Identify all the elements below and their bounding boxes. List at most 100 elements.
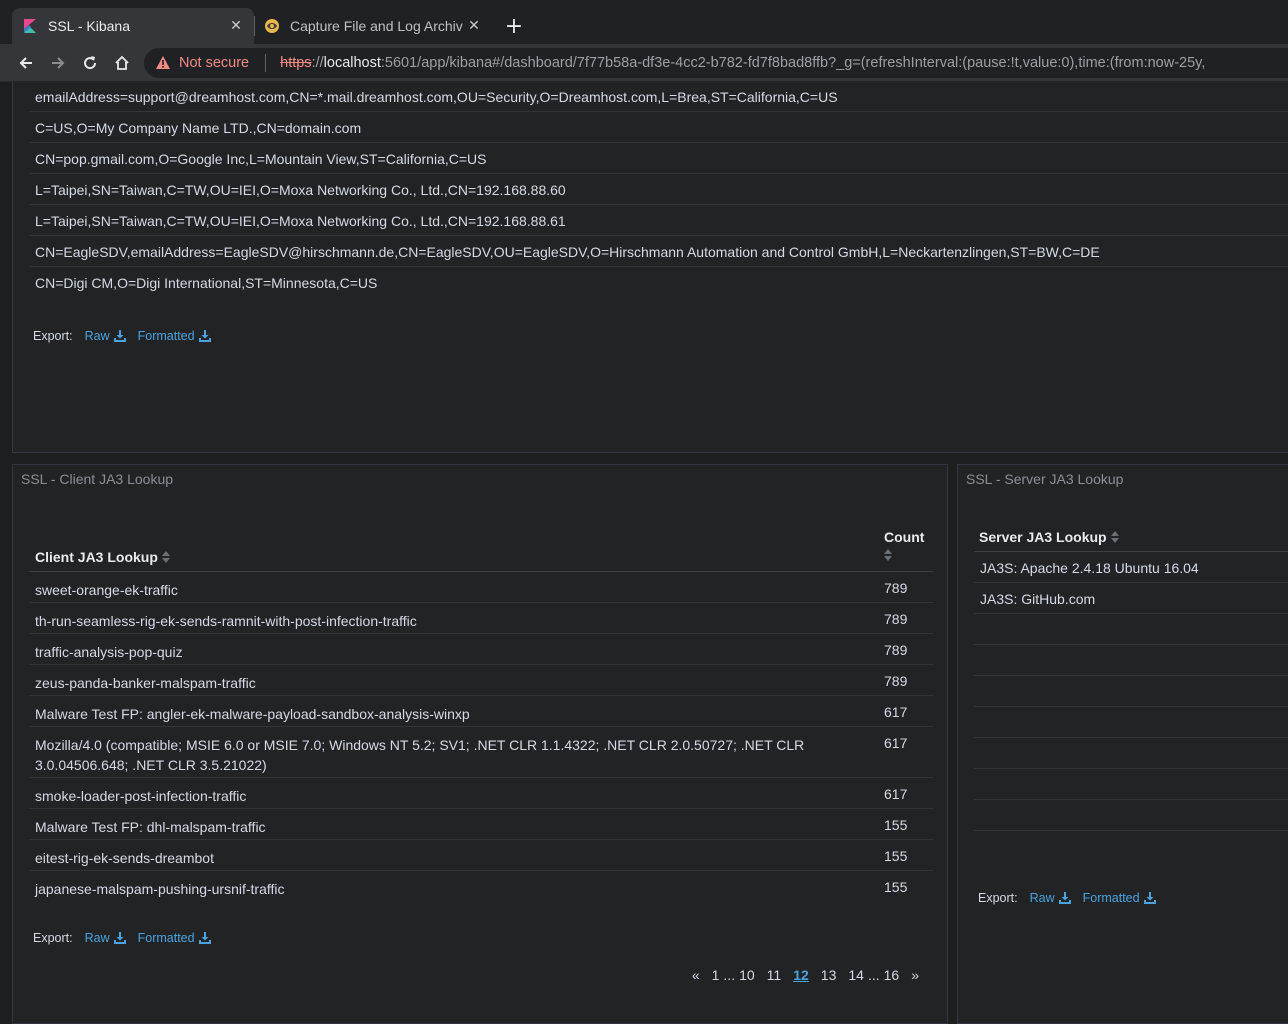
row-count: 617 bbox=[884, 735, 908, 751]
export-bar: Export: Raw Formatted bbox=[33, 931, 211, 945]
export-raw-label: Raw bbox=[84, 329, 110, 343]
url-scheme: https bbox=[280, 55, 312, 71]
empty-row bbox=[974, 769, 1288, 800]
table-row: traffic-analysis-pop-quiz 789 bbox=[29, 634, 933, 665]
pagination-page[interactable]: 1 bbox=[712, 967, 720, 983]
globe-favicon-icon bbox=[265, 19, 279, 33]
new-tab-button[interactable]: + bbox=[500, 12, 528, 40]
row-name: traffic-analysis-pop-quiz bbox=[35, 644, 183, 660]
row-count: 789 bbox=[884, 642, 908, 658]
url-host: localhost bbox=[323, 55, 381, 71]
export-formatted-link[interactable]: Formatted bbox=[138, 329, 211, 343]
close-tab-icon[interactable]: ✕ bbox=[466, 18, 482, 34]
row-name: JA3S: Apache 2.4.18 Ubuntu 16.04 bbox=[980, 560, 1199, 576]
export-raw-link[interactable]: Raw bbox=[85, 329, 126, 343]
export-formatted-link[interactable]: Formatted bbox=[1083, 891, 1156, 905]
kibana-icon bbox=[24, 19, 36, 33]
export-formatted-label: Formatted bbox=[137, 931, 195, 945]
tab-capture-file[interactable]: Capture File and Log Archiv ✕ bbox=[254, 8, 492, 44]
column-header-label: Count bbox=[884, 529, 925, 545]
row-name: sweet-orange-ek-traffic bbox=[35, 582, 178, 598]
row-count: 789 bbox=[884, 580, 908, 596]
column-header-label: Client JA3 Lookup bbox=[35, 549, 158, 565]
row-name: th-run-seamless-rig-ek-sends-ramnit-with… bbox=[35, 613, 417, 629]
pagination-ellipsis: ... bbox=[723, 967, 736, 983]
download-icon bbox=[198, 330, 211, 342]
export-raw-label: Raw bbox=[84, 931, 110, 945]
row-count: 155 bbox=[884, 848, 908, 864]
row-name: Malware Test FP: angler-ek-malware-paylo… bbox=[35, 706, 470, 722]
column-header-client-ja3[interactable]: Client JA3 Lookup bbox=[35, 549, 170, 565]
table-row: th-run-seamless-rig-ek-sends-ramnit-with… bbox=[29, 603, 933, 634]
column-header-label: Server JA3 Lookup bbox=[979, 529, 1107, 545]
pagination-page[interactable]: 13 bbox=[821, 967, 837, 983]
row-count: 617 bbox=[884, 704, 908, 720]
empty-row bbox=[974, 707, 1288, 738]
table-row: Mozilla/4.0 (compatible; MSIE 6.0 or MSI… bbox=[29, 727, 933, 778]
row-name: smoke-loader-post-infection-traffic bbox=[35, 788, 247, 804]
table-row: L=Taipei,SN=Taiwan,C=TW,OU=IEI,O=Moxa Ne… bbox=[29, 205, 1288, 236]
forward-button[interactable] bbox=[44, 49, 72, 77]
export-bar: Export: Raw Formatted bbox=[33, 329, 211, 343]
empty-row bbox=[974, 614, 1288, 645]
export-label: Export: bbox=[978, 891, 1018, 905]
table-row: JA3S: Apache 2.4.18 Ubuntu 16.04 bbox=[974, 552, 1288, 583]
download-icon bbox=[113, 932, 126, 944]
tab-kibana[interactable]: SSL - Kibana ✕ bbox=[12, 8, 254, 44]
table-row: L=Taipei,SN=Taiwan,C=TW,OU=IEI,O=Moxa Ne… bbox=[29, 174, 1288, 205]
reload-icon bbox=[84, 56, 97, 70]
export-raw-label: Raw bbox=[1029, 891, 1055, 905]
not-secure-label[interactable]: Not secure bbox=[179, 55, 249, 71]
certificate-subject-panel: emailAddress=support@dreamhost.com,CN=*.… bbox=[12, 81, 1288, 453]
reload-button[interactable] bbox=[76, 49, 104, 77]
download-icon bbox=[113, 330, 126, 342]
row-count: 155 bbox=[884, 879, 908, 895]
table-row: zeus-panda-banker-malspam-traffic 789 bbox=[29, 665, 933, 696]
export-bar: Export: Raw Formatted bbox=[978, 891, 1156, 905]
table-row: sweet-orange-ek-traffic 789 bbox=[29, 572, 933, 603]
row-count: 789 bbox=[884, 673, 908, 689]
tab-title: Capture File and Log Archiv bbox=[290, 18, 463, 34]
close-tab-icon[interactable]: ✕ bbox=[228, 18, 244, 34]
home-button[interactable] bbox=[108, 49, 136, 77]
column-header-count[interactable]: Count bbox=[884, 529, 924, 561]
pagination-page[interactable]: 16 bbox=[884, 967, 900, 983]
table-row: emailAddress=support@dreamhost.com,CN=*.… bbox=[29, 81, 1288, 112]
export-raw-link[interactable]: Raw bbox=[1030, 891, 1071, 905]
row-count: 155 bbox=[884, 817, 908, 833]
tab-title: SSL - Kibana bbox=[48, 18, 130, 34]
pagination-page[interactable]: 14 bbox=[848, 967, 864, 983]
pagination-page[interactable]: 11 bbox=[767, 967, 782, 983]
warning-icon bbox=[156, 56, 170, 69]
pagination: « 1 ... 10 11 12 13 14 ... 16 » bbox=[680, 967, 919, 983]
dashboard: emailAddress=support@dreamhost.com,CN=*.… bbox=[0, 81, 1288, 1024]
pagination-ellipsis: ... bbox=[867, 967, 880, 983]
table-row: eitest-rig-ek-sends-dreambot 155 bbox=[29, 840, 933, 871]
server-ja3-panel: SSL - Server JA3 Lookup Server JA3 Looku… bbox=[957, 464, 1288, 1024]
pagination-prev[interactable]: « bbox=[692, 967, 700, 983]
client-ja3-panel: SSL - Client JA3 Lookup Client JA3 Looku… bbox=[12, 464, 948, 1024]
table-row: CN=Digi CM,O=Digi International,ST=Minne… bbox=[35, 275, 378, 291]
panel-title: SSL - Client JA3 Lookup bbox=[21, 471, 174, 487]
sort-icon bbox=[884, 549, 892, 561]
sort-icon bbox=[1110, 531, 1119, 543]
pagination-page[interactable]: 10 bbox=[739, 967, 755, 983]
sort-icon bbox=[161, 551, 170, 563]
pagination-current-page[interactable]: 12 bbox=[793, 967, 809, 983]
row-count: 617 bbox=[884, 786, 908, 802]
download-icon bbox=[198, 932, 211, 944]
table-row: C=US,O=My Company Name LTD.,CN=domain.co… bbox=[29, 112, 1288, 143]
address-bar[interactable]: Not secure https://localhost:5601/app/ki… bbox=[144, 48, 1288, 78]
empty-row bbox=[974, 645, 1288, 676]
pagination-next[interactable]: » bbox=[911, 967, 919, 983]
export-formatted-link[interactable]: Formatted bbox=[138, 931, 211, 945]
panel-title: SSL - Server JA3 Lookup bbox=[966, 471, 1124, 487]
table-row: CN=pop.gmail.com,O=Google Inc,L=Mountain… bbox=[29, 143, 1288, 174]
back-button[interactable] bbox=[12, 49, 40, 77]
arrow-left-icon bbox=[19, 57, 32, 69]
table-row: Malware Test FP: dhl-malspam-traffic 155 bbox=[29, 809, 933, 840]
column-header-server-ja3[interactable]: Server JA3 Lookup bbox=[979, 529, 1119, 545]
export-raw-link[interactable]: Raw bbox=[85, 931, 126, 945]
export-formatted-label: Formatted bbox=[1082, 891, 1140, 905]
download-icon bbox=[1058, 892, 1071, 904]
